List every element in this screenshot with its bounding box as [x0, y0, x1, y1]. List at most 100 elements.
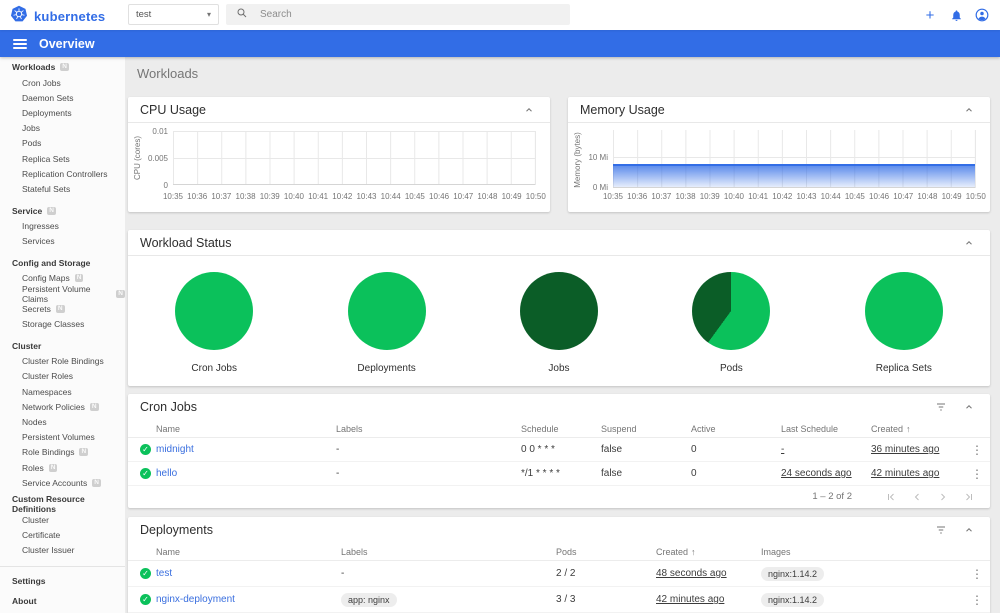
sidebar-item-pods[interactable]: Pods [0, 136, 125, 151]
table-row: test - 2 / 2 48 seconds ago nginx:1.14.2… [128, 561, 990, 587]
sidebar-item-nodes[interactable]: Nodes [0, 414, 125, 429]
sidebar-item-stateful-sets[interactable]: Stateful Sets [0, 181, 125, 196]
deployment-link[interactable]: nginx-deployment [156, 594, 341, 605]
col-pods[interactable]: Pods [556, 547, 656, 557]
cron-jobs-card: Cron Jobs Name Labels Schedule Suspend A… [128, 394, 990, 508]
deployment-link[interactable]: test [156, 568, 341, 579]
sidebar-item-network-policies[interactable]: Network Policies N [0, 399, 125, 414]
memory-usage-area-series [613, 164, 975, 187]
col-labels[interactable]: Labels [336, 424, 521, 434]
sidebar-item-storage-classes[interactable]: Storage Classes [0, 316, 125, 331]
cell-last-schedule: - [781, 444, 871, 455]
kubernetes-logo[interactable]: kubernetes [10, 5, 105, 28]
sidebar-item-deployments[interactable]: Deployments [0, 105, 125, 120]
sidebar-item-about[interactable]: About [0, 591, 125, 611]
x-tick: 10:47 [893, 192, 914, 201]
x-tick: 10:50 [965, 192, 986, 201]
sidebar-item-role-bindings[interactable]: Role Bindings N [0, 445, 125, 460]
row-menu-kebab-icon[interactable]: ⋮ [964, 467, 990, 481]
col-active[interactable]: Active [691, 424, 781, 434]
sidebar-item-daemon-sets[interactable]: Daemon Sets [0, 90, 125, 105]
search-input[interactable] [260, 9, 540, 20]
sidebar-item-cluster-roles[interactable]: Cluster Roles [0, 369, 125, 384]
collapse-chevron-up-icon[interactable] [520, 101, 538, 119]
cell-labels: - [341, 568, 345, 579]
collapse-chevron-up-icon[interactable] [960, 234, 978, 252]
sidebar-item-cron-jobs[interactable]: Cron Jobs [0, 75, 125, 90]
previous-page-icon[interactable] [904, 488, 930, 506]
sidebar-item-replica-sets[interactable]: Replica Sets [0, 151, 125, 166]
col-name[interactable]: Name [156, 424, 336, 434]
item-label: Pods [22, 138, 42, 149]
sidebar-item-persistent-volume-claims[interactable]: Persistent Volume Claims N [0, 284, 125, 304]
x-tick: 10:38 [675, 192, 696, 201]
col-created-sorted[interactable]: Created ↑ [871, 424, 964, 434]
user-account-icon[interactable] [974, 7, 990, 23]
x-tick: 10:39 [699, 192, 720, 201]
filter-icon[interactable] [932, 521, 950, 539]
sidebar-item-replication-controllers[interactable]: Replication Controllers [0, 166, 125, 181]
sidebar-item-roles[interactable]: Roles N [0, 460, 125, 475]
item-label: Cron Jobs [22, 77, 61, 88]
cron-job-link[interactable]: hello [156, 468, 336, 479]
col-images[interactable]: Images [761, 547, 964, 557]
col-created-label: Created [871, 423, 904, 434]
sidebar-section-config-and-storage[interactable]: Config and Storage [0, 255, 125, 271]
collapse-chevron-up-icon[interactable] [960, 101, 978, 119]
item-label: Services [22, 236, 55, 247]
sidebar-item-persistent-volumes[interactable]: Persistent Volumes [0, 430, 125, 445]
sidebar-section-service[interactable]: Service N [0, 203, 125, 219]
first-page-icon[interactable] [878, 488, 904, 506]
cell-active: 0 [691, 444, 697, 455]
sidebar-item-service-accounts[interactable]: Service Accounts N [0, 475, 125, 490]
col-created-sorted[interactable]: Created ↑ [656, 547, 761, 557]
x-tick: 10:42 [332, 192, 353, 201]
sidebar-section-cluster[interactable]: Cluster [0, 338, 125, 354]
sidebar-section-custom-resource-definitions[interactable]: Custom Resource Definitions [0, 494, 125, 514]
next-page-icon[interactable] [930, 488, 956, 506]
col-labels[interactable]: Labels [341, 547, 556, 557]
jobs-pie-chart [519, 272, 598, 350]
menu-hamburger-icon[interactable] [13, 38, 27, 49]
x-tick: 10:45 [404, 192, 425, 201]
deployments-title: Deployments [140, 523, 213, 537]
relative-time: - [781, 444, 785, 455]
relative-time: 36 minutes ago [871, 444, 940, 455]
cell-created: 48 seconds ago [656, 568, 761, 579]
sidebar-item-ingresses[interactable]: Ingresses [0, 219, 125, 234]
col-suspend[interactable]: Suspend [601, 424, 691, 434]
filter-icon[interactable] [932, 398, 950, 416]
sidebar-item-crd-cluster[interactable]: Cluster [0, 512, 125, 527]
row-menu-kebab-icon[interactable]: ⋮ [964, 443, 990, 457]
sidebar-item-jobs[interactable]: Jobs [0, 121, 125, 136]
x-tick: 10:41 [308, 192, 329, 201]
sidebar-section-workloads[interactable]: Workloads N [0, 59, 125, 75]
item-label: Replication Controllers [22, 168, 108, 179]
notifications-bell-icon[interactable] [948, 7, 964, 23]
col-last-schedule[interactable]: Last Schedule [781, 424, 871, 434]
namespace-select[interactable]: test ▾ [128, 4, 219, 25]
collapse-chevron-up-icon[interactable] [960, 398, 978, 416]
namespaced-badge: N [116, 289, 125, 298]
search-box [226, 4, 570, 25]
collapse-chevron-up-icon[interactable] [960, 521, 978, 539]
row-menu-kebab-icon[interactable]: ⋮ [964, 593, 990, 607]
col-created-label: Created [656, 546, 689, 557]
create-resource-button[interactable]: + [922, 7, 938, 24]
col-schedule[interactable]: Schedule [521, 424, 601, 434]
col-name[interactable]: Name [156, 547, 341, 557]
sidebar-item-crd-cluster-issuer[interactable]: Cluster Issuer [0, 543, 125, 558]
last-page-icon[interactable] [956, 488, 982, 506]
sidebar-item-namespaces[interactable]: Namespaces [0, 384, 125, 399]
workload-status-header: Workload Status [128, 230, 990, 256]
sidebar-item-crd-certificate[interactable]: Certificate [0, 528, 125, 543]
cron-job-link[interactable]: midnight [156, 444, 336, 455]
namespaced-badge: N [79, 448, 89, 457]
row-menu-kebab-icon[interactable]: ⋮ [964, 567, 990, 581]
item-label: Persistent Volumes [22, 432, 95, 443]
relative-time: 42 minutes ago [656, 594, 725, 605]
sidebar-item-services[interactable]: Services [0, 234, 125, 249]
sidebar-item-settings[interactable]: Settings [0, 571, 125, 591]
pods-pie-chart [692, 272, 771, 350]
sidebar-item-cluster-role-bindings[interactable]: Cluster Role Bindings [0, 354, 125, 369]
